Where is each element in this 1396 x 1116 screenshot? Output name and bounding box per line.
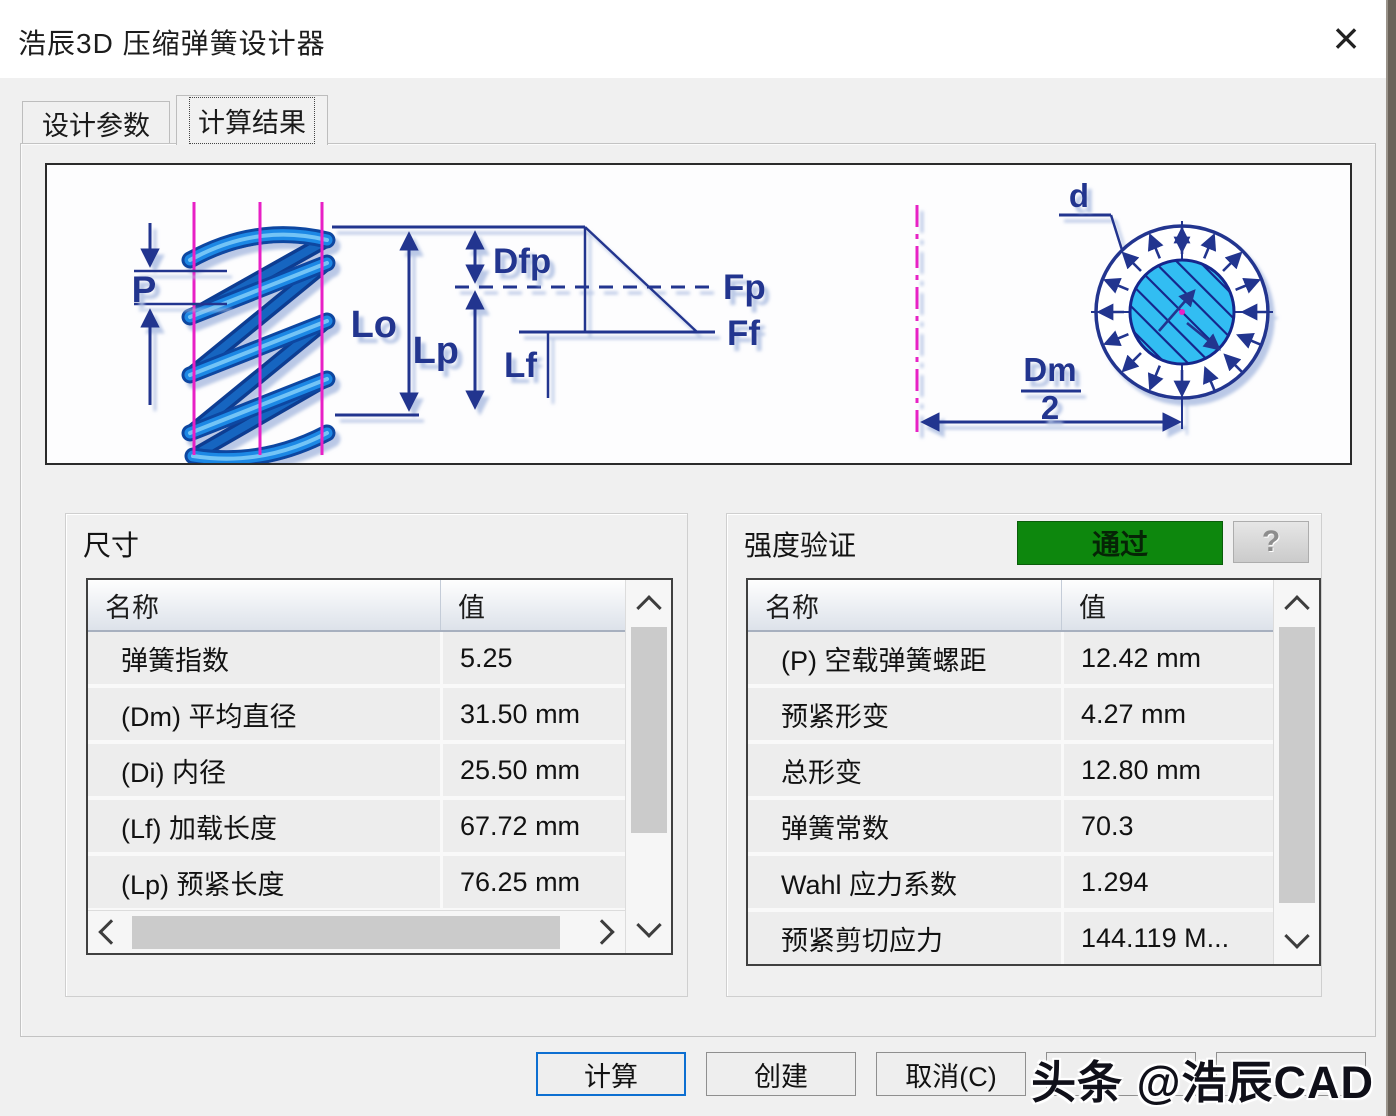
row-name: 预紧剪切应力	[781, 925, 943, 956]
row-value: 12.42 mm	[1061, 632, 1273, 684]
help-button[interactable]: ?	[1233, 521, 1309, 563]
screen-edge	[1386, 0, 1396, 1116]
column-header-value[interactable]: 值	[1061, 580, 1273, 630]
row-value: 67.72 mm	[440, 800, 625, 852]
label-d: d	[1069, 177, 1089, 214]
row-name: (Lp) 预紧长度	[121, 869, 285, 900]
scrollbar-thumb[interactable]	[132, 916, 560, 949]
label-dm: Dm	[1023, 351, 1076, 388]
label-lo: Lo	[351, 304, 397, 346]
row-name: Wahl 应力系数	[781, 869, 958, 900]
tab-label: 设计参数	[42, 110, 150, 141]
spring-designer-dialog: 浩辰3D 压缩弹簧设计器 × 设计参数 计算结果 P Lo Dfp Lp Lf …	[0, 0, 1396, 1116]
window-title: 浩辰3D 压缩弹簧设计器	[18, 28, 326, 59]
dimensions-group: 尺寸 名称 值 弹簧指数 5.25 (Dm) 平均直径 31.50 mm (Di…	[65, 513, 688, 997]
scroll-up-button[interactable]	[1274, 588, 1319, 622]
row-value: 12.80 mm	[1061, 744, 1273, 796]
row-value: 4.27 mm	[1061, 688, 1273, 740]
label-ff: Ff	[727, 314, 760, 353]
chevron-down-icon	[1283, 923, 1310, 949]
row-value: 70.3	[1061, 800, 1273, 852]
label-dfp: Dfp	[493, 242, 551, 281]
strength-group: 强度验证 通过 ? 名称 值 (P) 空载弹簧螺距 12.42 mm 预紧形变 …	[726, 513, 1322, 997]
row-value: 76.25 mm	[440, 856, 625, 908]
column-header-name[interactable]: 名称	[748, 580, 1061, 630]
scroll-left-button[interactable]	[94, 911, 128, 953]
tab-label: 计算结果	[189, 97, 315, 144]
chevron-up-icon	[635, 595, 662, 621]
row-value: 5.25	[440, 632, 625, 684]
table-row[interactable]: (Lf) 加载长度 67.72 mm	[88, 800, 625, 856]
close-icon[interactable]: ×	[1320, 12, 1372, 64]
chevron-down-icon	[635, 912, 662, 938]
table-header: 名称 值	[748, 580, 1273, 632]
label-dm-2: 2	[1041, 389, 1059, 426]
table-row[interactable]: Wahl 应力系数 1.294	[748, 856, 1273, 912]
create-button[interactable]: 创建	[706, 1052, 856, 1096]
row-name: (Dm) 平均直径	[121, 701, 297, 732]
table-header: 名称 值	[88, 580, 625, 632]
table-row[interactable]: 预紧形变 4.27 mm	[748, 688, 1273, 744]
dimensions-table: 名称 值 弹簧指数 5.25 (Dm) 平均直径 31.50 mm (Di) 内…	[86, 578, 673, 955]
row-name: 预紧形变	[781, 701, 889, 732]
table-row[interactable]: (Di) 内径 25.50 mm	[88, 744, 625, 800]
row-name: (Di) 内径	[121, 757, 226, 788]
tab-calculation-results[interactable]: 计算结果	[176, 95, 328, 145]
column-header-name[interactable]: 名称	[88, 580, 440, 630]
scrollbar-thumb[interactable]	[631, 627, 667, 833]
chevron-left-icon	[98, 919, 124, 945]
row-value: 144.119 M...	[1061, 912, 1273, 964]
label-p: P	[132, 269, 157, 310]
row-value: 25.50 mm	[440, 744, 625, 796]
strength-group-title: 强度验证	[744, 530, 857, 561]
table-row[interactable]: 预紧剪切应力 144.119 M...	[748, 912, 1273, 964]
dimensions-group-title: 尺寸	[83, 530, 140, 561]
table-row[interactable]: 弹簧常数 70.3	[748, 800, 1273, 856]
row-value: 31.50 mm	[440, 688, 625, 740]
scroll-up-button[interactable]	[626, 588, 671, 622]
status-badge: 通过	[1017, 521, 1223, 565]
watermark: 头条 @浩辰CAD	[1031, 1057, 1374, 1108]
row-name: (Lf) 加载长度	[121, 813, 278, 844]
table-row[interactable]: 弹簧指数 5.25	[88, 632, 625, 688]
horizontal-scrollbar[interactable]	[88, 910, 625, 953]
row-name: 总形变	[781, 757, 862, 788]
spring-diagram: P Lo Dfp Lp Lf Fp Ff d Dm 2	[45, 163, 1352, 465]
scroll-right-button[interactable]	[585, 911, 619, 953]
calculate-button[interactable]: 计算	[536, 1052, 686, 1096]
vertical-scrollbar[interactable]	[1273, 580, 1319, 964]
label-lp: Lp	[413, 330, 459, 372]
table-row[interactable]: (Dm) 平均直径 31.50 mm	[88, 688, 625, 744]
row-value: 1.294	[1061, 856, 1273, 908]
scroll-down-button[interactable]	[626, 911, 671, 945]
table-row[interactable]: 总形变 12.80 mm	[748, 744, 1273, 800]
cancel-button[interactable]: 取消(C)	[876, 1052, 1026, 1096]
row-name: 弹簧常数	[781, 813, 889, 844]
vertical-scrollbar[interactable]	[625, 580, 671, 953]
chevron-up-icon	[1283, 595, 1310, 621]
title-bar: 浩辰3D 压缩弹簧设计器 ×	[0, 0, 1396, 78]
row-name: 弹簧指数	[121, 645, 229, 676]
label-lf: Lf	[504, 346, 537, 385]
chevron-right-icon	[589, 919, 615, 945]
tab-design-parameters[interactable]: 设计参数	[22, 101, 170, 144]
table-row[interactable]: (Lp) 预紧长度 76.25 mm	[88, 856, 625, 910]
spring-diagram-svg: P Lo Dfp Lp Lf Fp Ff d Dm 2	[132, 177, 1273, 463]
scrollbar-thumb[interactable]	[1279, 627, 1315, 903]
table-row[interactable]: (P) 空载弹簧螺距 12.42 mm	[748, 632, 1273, 688]
label-fp: Fp	[723, 268, 766, 307]
scroll-down-button[interactable]	[1274, 922, 1319, 956]
strength-table: 名称 值 (P) 空载弹簧螺距 12.42 mm 预紧形变 4.27 mm 总形…	[746, 578, 1321, 966]
row-name: (P) 空载弹簧螺距	[781, 645, 987, 676]
column-header-value[interactable]: 值	[440, 580, 625, 630]
